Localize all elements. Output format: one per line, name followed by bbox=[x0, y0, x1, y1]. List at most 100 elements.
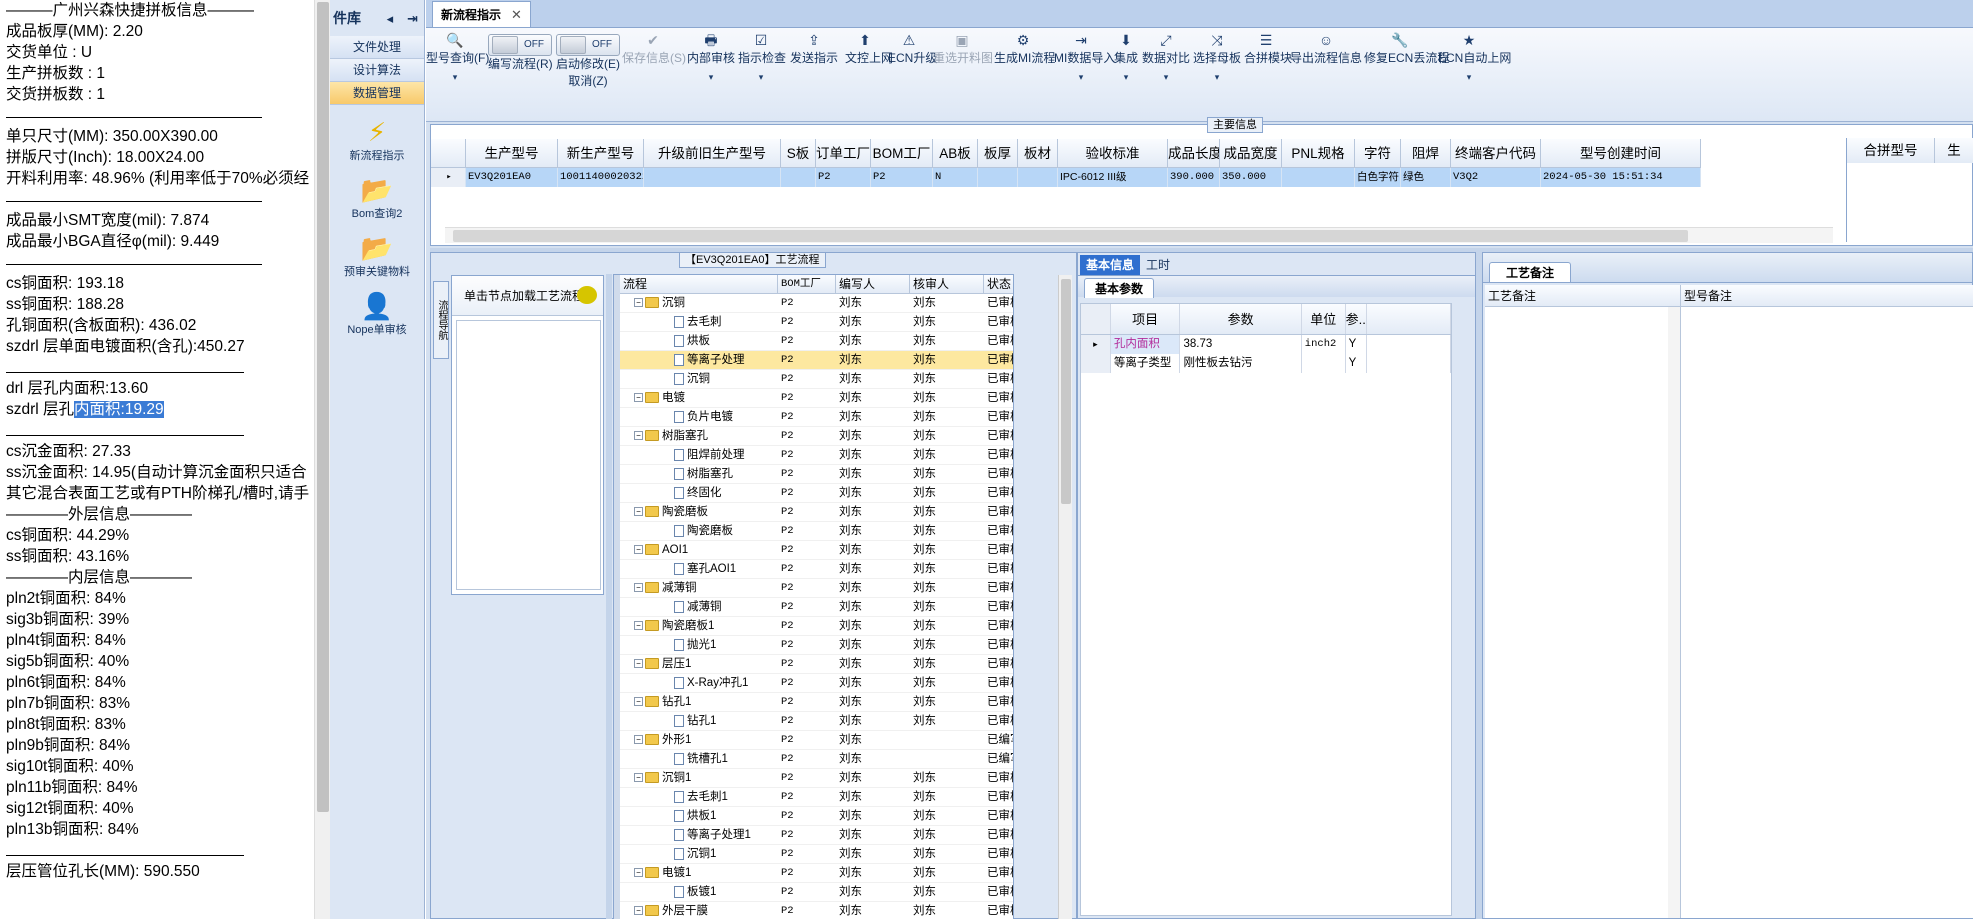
tree-node[interactable]: 阻焊前处理 bbox=[620, 446, 778, 464]
toolbar-button-4[interactable]: 🖶 内部审核 ▾ bbox=[687, 28, 735, 122]
collapse-icon[interactable]: − bbox=[634, 545, 643, 555]
table-cell[interactable] bbox=[1018, 168, 1058, 187]
tree-node[interactable]: − 外形1 bbox=[620, 731, 778, 749]
param-unit[interactable] bbox=[1302, 354, 1346, 373]
col-header[interactable]: 核审人 bbox=[910, 275, 984, 293]
tree-row[interactable]: 铣槽孔1 P2 刘东 已编写 bbox=[620, 750, 1013, 769]
tree-row[interactable]: − 电镀1 P2 刘东 刘东 已审核 bbox=[620, 864, 1013, 883]
pin-icon[interactable]: ⇥ bbox=[407, 11, 418, 26]
tree-row[interactable]: 去毛刺 P2 刘东 刘东 已审核 bbox=[620, 313, 1013, 332]
collapse-icon[interactable]: − bbox=[634, 906, 643, 916]
col-header[interactable]: 项目 bbox=[1111, 304, 1181, 334]
table-cell[interactable]: 10011400020322 bbox=[558, 168, 644, 187]
col-header[interactable]: 状态 bbox=[984, 275, 1013, 293]
collapse-icon[interactable]: − bbox=[634, 621, 643, 631]
tree-row[interactable]: 板镀1 P2 刘东 刘东 已审核 bbox=[620, 883, 1013, 902]
tree-row[interactable]: − 钻孔1 P2 刘东 刘东 已审核 bbox=[620, 693, 1013, 712]
tab-new-process[interactable]: 新流程指示 ✕ bbox=[432, 1, 531, 27]
chevron-down-icon[interactable]: ▾ bbox=[687, 67, 735, 87]
toolbar-button-15[interactable]: ☰ 合拼模块 bbox=[1244, 28, 1292, 122]
toolbar-button-6[interactable]: ⇪ 发送指示 bbox=[787, 28, 841, 122]
col-header[interactable]: 型号创建时间 bbox=[1541, 139, 1701, 168]
toolbar-button-10[interactable]: ⚙ 生成MI流程 bbox=[994, 28, 1055, 122]
tree-node[interactable]: 等离子处理1 bbox=[620, 826, 778, 844]
toolbar-button-11[interactable]: ⇥ MI数据导入 ▾ bbox=[1054, 28, 1115, 122]
tree-row[interactable]: − 减薄铜 P2 刘东 刘东 已审核 bbox=[620, 579, 1013, 598]
tree-node[interactable]: 抛光1 bbox=[620, 636, 778, 654]
tree-node[interactable]: 沉铜1 bbox=[620, 845, 778, 863]
table-cell[interactable]: 390.000 bbox=[1168, 168, 1220, 187]
table-cell[interactable] bbox=[781, 168, 816, 187]
toggle-switch[interactable]: OFF bbox=[556, 34, 620, 56]
collapse-icon[interactable]: − bbox=[634, 868, 643, 878]
tree-row[interactable]: X-Ray冲孔1 P2 刘东 刘东 已审核 bbox=[620, 674, 1013, 693]
tree-row[interactable]: 抛光1 P2 刘东 刘东 已审核 bbox=[620, 636, 1013, 655]
tree-row[interactable]: 烘板1 P2 刘东 刘东 已审核 bbox=[620, 807, 1013, 826]
toolbar-button-8[interactable]: ⚠ ECN升级 bbox=[888, 28, 937, 122]
selected-text[interactable]: 内面积:19.29 bbox=[74, 401, 164, 418]
tree-node[interactable]: − 层压1 bbox=[620, 655, 778, 673]
table-row[interactable]: ▸ EV3Q201EA0 10011400020322 P2 P2 N IPC-6012 I… bbox=[431, 168, 1701, 187]
tree-node[interactable]: − 电镀1 bbox=[620, 864, 778, 882]
chevron-down-icon[interactable]: ▾ bbox=[738, 67, 784, 87]
param-item[interactable]: 孔内面积 bbox=[1110, 335, 1181, 354]
col-header[interactable]: 成品长度 bbox=[1168, 139, 1220, 168]
tree-row[interactable]: 沉铜1 P2 刘东 刘东 已审核 bbox=[620, 845, 1013, 864]
col-header[interactable]: 字符 bbox=[1355, 139, 1401, 168]
table-cell[interactable] bbox=[1282, 168, 1355, 187]
tree-row[interactable]: 树脂塞孔 P2 刘东 刘东 已审核 bbox=[620, 465, 1013, 484]
tree-row[interactable]: − 沉铜 P2 刘东 刘东 已审核 bbox=[620, 294, 1013, 313]
table-cell[interactable]: 2024-05-30 15:51:34 bbox=[1541, 168, 1701, 187]
tree-node[interactable]: 钻孔1 bbox=[620, 712, 778, 730]
tree-node[interactable]: 塞孔AOI1 bbox=[620, 560, 778, 578]
chevron-down-icon[interactable]: ▾ bbox=[1054, 67, 1108, 87]
nav-module-1[interactable]: 设计算法 bbox=[330, 59, 424, 82]
collapse-icon[interactable]: − bbox=[634, 583, 643, 593]
tab-process-remarks[interactable]: 工艺备注 bbox=[1489, 262, 1572, 282]
tree-node[interactable]: 烘板1 bbox=[620, 807, 778, 825]
table-cell[interactable] bbox=[978, 168, 1018, 187]
tree-node[interactable]: 等离子处理 bbox=[620, 351, 778, 369]
toolbar-button-2[interactable]: OFF 启动修改(E) 取消(Z) bbox=[556, 28, 620, 122]
toggle-switch[interactable]: OFF bbox=[488, 34, 552, 56]
col-header[interactable]: 新生产型号 bbox=[558, 139, 644, 168]
tree-row[interactable]: − 外形1 P2 刘东 已编写 bbox=[620, 731, 1013, 750]
tree-row[interactable]: − 层压1 P2 刘东 刘东 已审核 bbox=[620, 655, 1013, 674]
col-header[interactable]: BOM工厂 bbox=[778, 275, 836, 293]
col-header[interactable]: 升级前旧生产型号 bbox=[644, 139, 781, 168]
toolbar-button-12[interactable]: ⬇ 集成 ▾ bbox=[1112, 28, 1140, 122]
collapse-icon[interactable]: − bbox=[634, 431, 643, 441]
nav-tool-2[interactable]: 📂 预审关键物料 bbox=[330, 233, 424, 279]
toolbar-button-14[interactable]: ⤨ 选择母板 ▾ bbox=[1192, 28, 1242, 122]
tab-params-1[interactable]: 工时 bbox=[1140, 255, 1176, 275]
tree-row[interactable]: 阻焊前处理 P2 刘东 刘东 已审核 bbox=[620, 446, 1013, 465]
tree-node[interactable]: − 沉铜 bbox=[620, 294, 778, 312]
select-all-corner[interactable] bbox=[1081, 304, 1111, 334]
info-scrollbar[interactable] bbox=[314, 0, 330, 919]
col-header[interactable]: 阻焊 bbox=[1401, 139, 1451, 168]
collapse-icon[interactable]: − bbox=[634, 507, 643, 517]
horizontal-scrollbar[interactable] bbox=[445, 227, 1833, 243]
col-header[interactable]: 参数 bbox=[1180, 304, 1302, 334]
remark-editor[interactable] bbox=[1485, 307, 1681, 918]
col-header[interactable]: 生 bbox=[1934, 138, 1973, 163]
tree-node[interactable]: 铣槽孔1 bbox=[620, 750, 778, 768]
scroll-thumb[interactable] bbox=[1061, 279, 1071, 504]
tree-node[interactable]: − AOI1 bbox=[620, 541, 778, 559]
chevron-down-icon[interactable]: ▾ bbox=[1112, 67, 1140, 87]
toolbar-button-13[interactable]: ⤢ 数据对比 ▾ bbox=[1142, 28, 1190, 122]
table-cell[interactable]: EV3Q201EA0 bbox=[466, 168, 558, 187]
col-header[interactable]: PNL规格 bbox=[1282, 139, 1355, 168]
table-cell[interactable]: N bbox=[933, 168, 978, 187]
tree-node[interactable]: − 陶瓷磨板 bbox=[620, 503, 778, 521]
tree-row[interactable]: 陶瓷磨板 P2 刘东 刘东 已审核 bbox=[620, 522, 1013, 541]
tree-row[interactable]: 负片电镀 P2 刘东 刘东 已审核 bbox=[620, 408, 1013, 427]
tree-row[interactable]: 钻孔1 P2 刘东 刘东 已审核 bbox=[620, 712, 1013, 731]
col-header[interactable]: AB板 bbox=[933, 139, 978, 168]
toolbar-button-16[interactable]: ☺ 导出流程信息 bbox=[1290, 28, 1362, 122]
table-cell[interactable] bbox=[644, 168, 781, 187]
tree-node[interactable]: − 外层干膜 bbox=[620, 902, 778, 919]
toolbar-button-5[interactable]: ☑ 指示检查 ▾ bbox=[738, 28, 786, 122]
tree-node[interactable]: − 电镀 bbox=[620, 389, 778, 407]
table-cell[interactable]: 绿色 bbox=[1401, 168, 1451, 187]
